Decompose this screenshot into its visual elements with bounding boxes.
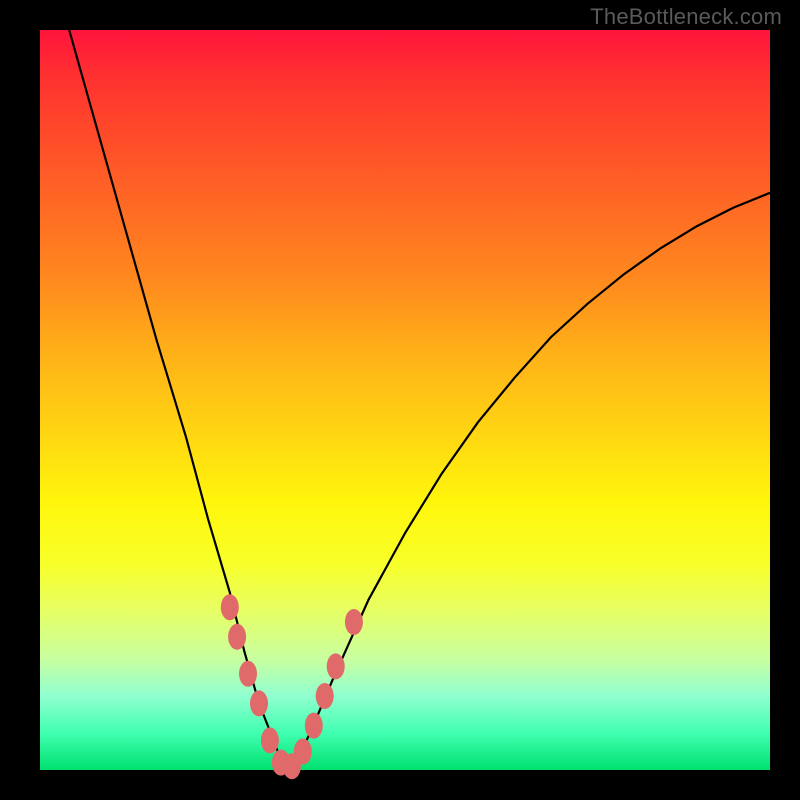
marker-dot (294, 739, 312, 765)
chart-container: TheBottleneck.com (0, 0, 800, 800)
marker-dot (316, 683, 334, 709)
marker-group (221, 594, 363, 779)
chart-svg-overlay (0, 0, 800, 800)
marker-dot (345, 609, 363, 635)
marker-dot (221, 594, 239, 620)
bottleneck-curve (69, 30, 770, 770)
marker-dot (250, 690, 268, 716)
marker-dot (261, 727, 279, 753)
marker-dot (228, 624, 246, 650)
marker-dot (327, 653, 345, 679)
marker-dot (239, 661, 257, 687)
bottleneck-curve-path (69, 30, 770, 770)
marker-dot (305, 713, 323, 739)
